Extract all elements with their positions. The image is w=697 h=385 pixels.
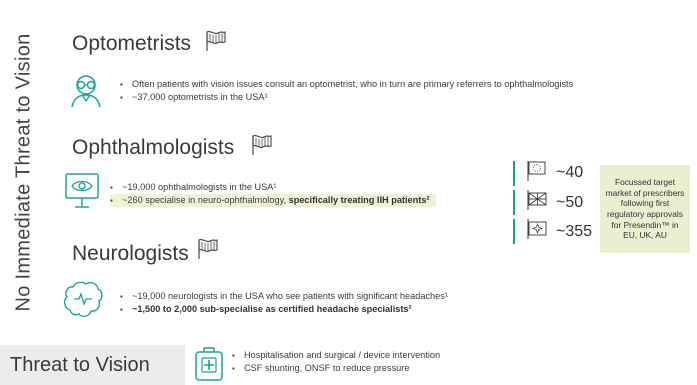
flag-icon xyxy=(206,31,226,51)
neurologists-title: Neurologists xyxy=(72,242,189,265)
optometrists-bullet-2: ~37,000 optometrists in the USA¹ xyxy=(120,91,573,104)
threat-title-bar: Threat to Vision xyxy=(0,345,185,385)
side-label-text: No Immediate Threat to Vision xyxy=(12,33,35,312)
ophthalmologists-title: Ophthalmologists xyxy=(72,136,235,159)
optometrists-bullet-1: Often patients with vision issues consul… xyxy=(120,78,573,91)
hospital-icon xyxy=(195,347,223,381)
ophthalmologists-bullet-2-text: ~260 specialise in neuro-ophthalmology, xyxy=(122,195,289,205)
neurologists-bullets: ~19,000 neurologists in the USA who see … xyxy=(120,290,448,316)
ophthalmologists-bullets: ~19,000 ophthalmologists in the USA¹ ~26… xyxy=(110,181,436,207)
neurologists-bullet-2: ~1,500 to 2,000 sub-specialise as certif… xyxy=(120,303,448,316)
optometrist-icon xyxy=(71,75,101,108)
count-bar-1 xyxy=(513,161,515,186)
optometrists-title: Optometrists xyxy=(72,32,192,55)
ophthalmologists-bullet-2-bold: specifically treating IIH patients² xyxy=(288,195,430,205)
target-market-box: Focussed target market of prescribers fo… xyxy=(600,165,690,253)
optometrists-bullets: Often patients with vision issues consul… xyxy=(120,78,573,104)
neurologists-bullet-1: ~19,000 neurologists in the USA who see … xyxy=(120,290,448,303)
count-bar-3 xyxy=(513,219,515,244)
threat-bullets: Hospitalisation and surgical / device in… xyxy=(232,349,440,375)
count-au: ~355 xyxy=(556,223,593,240)
threat-title: Threat to Vision xyxy=(10,353,150,376)
ophthalmologists-bullet-2: ~260 specialise in neuro-ophthalmology, … xyxy=(110,194,436,207)
threat-bullet-1: Hospitalisation and surgical / device in… xyxy=(232,349,440,362)
flag-eu-icon xyxy=(527,161,546,181)
flag-icon xyxy=(252,135,272,155)
flag-uk-icon xyxy=(527,190,547,210)
ophthalmologists-bullet-1: ~19,000 ophthalmologists in the USA¹ xyxy=(110,181,436,194)
count-eu: ~40 xyxy=(556,164,584,181)
eye-monitor-icon xyxy=(65,173,99,208)
flag-icon xyxy=(198,239,218,259)
brain-icon xyxy=(63,281,103,318)
target-market-text: Focussed target market of prescribers fo… xyxy=(605,177,685,241)
flag-au-icon xyxy=(527,219,547,239)
side-label: No Immediate Threat to Vision xyxy=(8,0,40,345)
count-uk: ~50 xyxy=(556,194,584,211)
count-bar-2 xyxy=(513,190,515,215)
threat-bullet-2: CSF shunting, ONSF to reduce pressure xyxy=(232,362,440,375)
